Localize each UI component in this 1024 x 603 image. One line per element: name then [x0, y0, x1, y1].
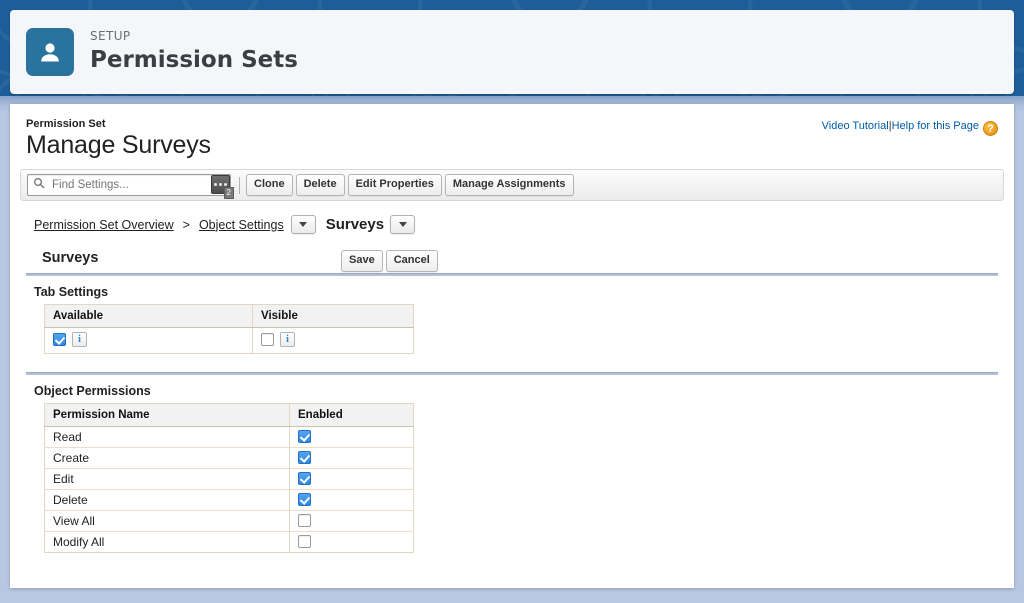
cell-permission-name: Read — [45, 427, 290, 448]
more-options-icon[interactable]: 2 — [211, 175, 230, 194]
enabled-checkbox[interactable] — [298, 493, 311, 506]
object-settings-dropdown[interactable] — [291, 215, 316, 234]
content-card: Permission Set Manage Surveys Video Tuto… — [10, 104, 1014, 588]
delete-button[interactable]: Delete — [296, 174, 345, 196]
section-actions: Save Cancel — [341, 250, 441, 272]
object-permissions-body: ReadCreateEditDeleteView AllModify All — [45, 427, 414, 553]
column-enabled: Enabled — [290, 404, 414, 427]
table-row: i i — [45, 328, 414, 354]
cell-permission-name: Create — [45, 448, 290, 469]
help-links: Video Tutorial|Help for this Page? — [822, 120, 998, 136]
cell-enabled — [290, 427, 414, 448]
enabled-checkbox[interactable] — [298, 451, 311, 464]
page-title-block: Permission Set Manage Surveys Video Tuto… — [10, 104, 1014, 160]
cell-available: i — [45, 328, 253, 354]
tab-settings-table: Available Visible i i — [44, 304, 414, 354]
table-row: Create — [45, 448, 414, 469]
section-header: Surveys Save Cancel — [26, 250, 998, 273]
save-button[interactable]: Save — [341, 250, 383, 272]
setup-title: Permission Sets — [90, 47, 298, 73]
help-bubble-icon[interactable]: ? — [983, 121, 998, 136]
cell-permission-name: View All — [45, 511, 290, 532]
chevron-down-icon — [299, 222, 307, 227]
object-permissions-heading: Object Permissions — [34, 384, 1014, 398]
breadcrumb-object-settings[interactable]: Object Settings — [199, 218, 284, 232]
available-checkbox[interactable] — [53, 333, 66, 346]
cell-enabled — [290, 448, 414, 469]
column-visible: Visible — [253, 305, 414, 328]
cell-permission-name: Edit — [45, 469, 290, 490]
chevron-down-icon — [399, 222, 407, 227]
enabled-checkbox[interactable] — [298, 472, 311, 485]
table-header-row: Permission Name Enabled — [45, 404, 414, 427]
help-for-this-page-link[interactable]: Help for this Page — [892, 120, 979, 132]
manage-assignments-button[interactable]: Manage Assignments — [445, 174, 574, 196]
column-available: Available — [45, 305, 253, 328]
setup-eyebrow: SETUP — [90, 30, 298, 44]
enabled-checkbox[interactable] — [298, 430, 311, 443]
cell-enabled — [290, 532, 414, 553]
surveys-dropdown[interactable] — [390, 215, 415, 234]
toolbar-divider — [239, 177, 240, 194]
cell-permission-name: Modify All — [45, 532, 290, 553]
available-info-icon[interactable]: i — [72, 332, 87, 347]
table-row: Modify All — [45, 532, 414, 553]
enabled-checkbox[interactable] — [298, 514, 311, 527]
video-tutorial-link[interactable]: Video Tutorial — [822, 120, 889, 132]
breadcrumb: Permission Set Overview > Object Setting… — [34, 215, 1014, 234]
table-row: Edit — [45, 469, 414, 490]
setup-header-titles: SETUP Permission Sets — [90, 30, 298, 73]
tab-settings-heading: Tab Settings — [34, 285, 1014, 299]
breadcrumb-current-surveys: Surveys — [326, 216, 384, 233]
settings-toolbar: 2 Clone Delete Edit Properties Manage As… — [20, 169, 1004, 201]
object-permissions-divider — [26, 372, 998, 375]
object-permissions-table: Permission Name Enabled ReadCreateEditDe… — [44, 403, 414, 553]
setup-header: SETUP Permission Sets — [10, 10, 1014, 94]
breadcrumb-permission-set-overview[interactable]: Permission Set Overview — [34, 218, 174, 232]
breadcrumb-separator: > — [183, 218, 190, 232]
more-options-badge: 2 — [224, 187, 234, 199]
section-divider — [26, 273, 998, 276]
visible-checkbox[interactable] — [261, 333, 274, 346]
cell-visible: i — [253, 328, 414, 354]
clone-button[interactable]: Clone — [246, 174, 293, 196]
cell-enabled — [290, 511, 414, 532]
cell-enabled — [290, 490, 414, 511]
search-input[interactable] — [50, 178, 200, 192]
cancel-button[interactable]: Cancel — [386, 250, 438, 272]
edit-properties-button[interactable]: Edit Properties — [348, 174, 442, 196]
column-permission-name: Permission Name — [45, 404, 290, 427]
search-icon — [33, 176, 45, 194]
find-settings-box[interactable] — [27, 174, 231, 196]
cell-permission-name: Delete — [45, 490, 290, 511]
section-title: Surveys — [42, 250, 98, 266]
table-row: View All — [45, 511, 414, 532]
cell-enabled — [290, 469, 414, 490]
visible-info-icon[interactable]: i — [280, 332, 295, 347]
user-icon — [26, 28, 74, 76]
table-row: Delete — [45, 490, 414, 511]
find-settings-wrap: 2 — [27, 174, 231, 196]
enabled-checkbox[interactable] — [298, 535, 311, 548]
table-row: Read — [45, 427, 414, 448]
table-header-row: Available Visible — [45, 305, 414, 328]
